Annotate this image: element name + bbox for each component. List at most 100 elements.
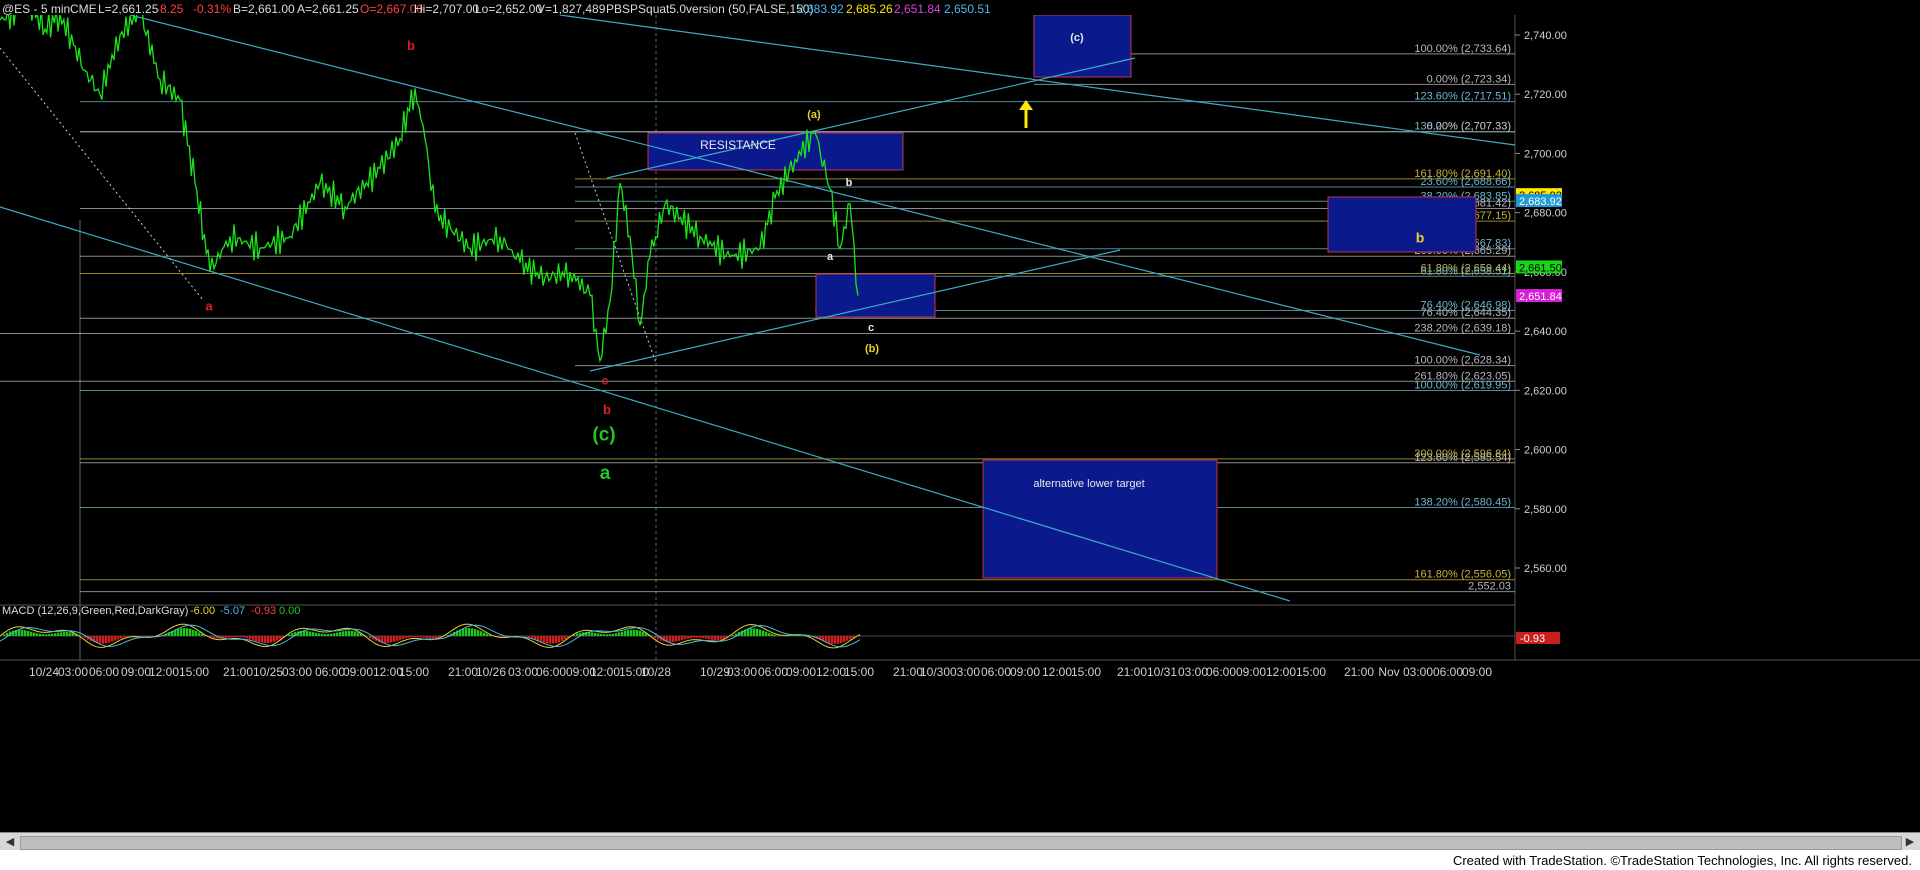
y-tick-label: 2,720.00 — [1524, 89, 1567, 101]
macd-bar — [225, 636, 228, 639]
x-tick-label: 10/30 — [920, 665, 950, 679]
scroll-left-icon[interactable]: ◀ — [2, 834, 18, 850]
macd-bar — [690, 636, 693, 639]
macd-bar — [774, 634, 777, 636]
x-tick-label: 10/29 — [700, 665, 730, 679]
x-tick-label: 03:00 — [727, 665, 757, 679]
macd-bar — [543, 636, 546, 643]
horizontal-scrollbar[interactable]: ◀ ▶ — [0, 832, 1920, 851]
macd-bar — [546, 636, 549, 644]
macd-axis-tag-text: -0.93 — [1520, 633, 1545, 645]
x-tick-label: 10/28 — [641, 665, 671, 679]
macd-bar — [426, 636, 429, 639]
macd-bar — [702, 636, 705, 639]
copyright-text: Created with TradeStation. ©TradeStation… — [1452, 853, 1912, 868]
x-tick-label: 15:00 — [1071, 665, 1101, 679]
price-chart[interactable]: @ES - 5 min CME L=2,661.25 -8.25 -0.31% … — [0, 0, 1920, 832]
macd-value-1: -6.00 — [190, 605, 215, 617]
macd-bar — [42, 634, 45, 636]
macd-bar — [480, 631, 483, 636]
y-tick-label: 2,740.00 — [1524, 30, 1567, 42]
macd-bar — [552, 636, 555, 644]
macd-bar — [177, 628, 180, 636]
price-tag-text: 2,683.92 — [1519, 196, 1562, 208]
macd-bar — [303, 630, 306, 636]
macd-bar — [474, 629, 477, 636]
macd-bar — [699, 636, 702, 638]
wave-label: (c) — [1070, 32, 1084, 44]
wave-label: b — [603, 402, 611, 417]
macd-bar — [753, 628, 756, 636]
alt-target-label: alternative lower target — [1033, 478, 1144, 490]
macd-bar — [423, 636, 426, 638]
macd-bar — [606, 634, 609, 636]
macd-bar — [57, 632, 60, 636]
wave-c-target-box — [1033, 15, 1132, 78]
macd-bar — [594, 632, 597, 636]
macd-bar — [141, 636, 144, 637]
resistance-label: RESISTANCE — [700, 138, 776, 152]
macd-bar — [528, 636, 531, 638]
macd-bar — [267, 636, 270, 644]
macd-bar — [558, 636, 561, 643]
macd-bar — [843, 636, 846, 642]
macd-bar — [369, 636, 372, 639]
macd-bar — [195, 630, 198, 636]
macd-bar — [351, 630, 354, 636]
macd-bar — [417, 636, 420, 638]
macd-bar — [846, 636, 849, 641]
macd-bar — [279, 636, 282, 640]
fib-label: 100.00% (2,733.64) — [1414, 43, 1511, 55]
macd-bar — [636, 630, 639, 636]
time-axis: 10/2403:00 06:00 09:0012:00 15:00 21:00 10/25… — [29, 665, 1492, 679]
macd-bar — [591, 632, 594, 636]
macd-bar — [309, 631, 312, 636]
scroll-thumb[interactable] — [20, 836, 1902, 850]
macd-bar — [765, 631, 768, 636]
macd-bar — [345, 630, 348, 636]
macd-bar — [21, 629, 24, 636]
macd-bar — [411, 636, 414, 638]
fib-label: 0.00% (2,707.33) — [1427, 121, 1511, 133]
macd-bar — [477, 630, 480, 636]
macd-bar — [240, 636, 243, 638]
macd-bar — [465, 628, 468, 636]
macd-bar — [705, 636, 708, 639]
macd-bar — [213, 636, 216, 639]
macd-bar — [609, 634, 612, 636]
macd-bar — [246, 636, 249, 639]
indicator-value-2: 2,685.26 — [846, 2, 893, 16]
macd-bar — [30, 631, 33, 636]
macd-bar — [708, 636, 711, 640]
macd-bar — [420, 636, 423, 638]
macd-bar — [624, 630, 627, 636]
x-tick-label: 12:00 — [149, 665, 179, 679]
fib-label: 0.00% (2,723.34) — [1427, 73, 1511, 85]
macd-bar — [561, 636, 564, 641]
scroll-right-icon[interactable]: ▶ — [1902, 834, 1918, 850]
macd-bar — [315, 632, 318, 636]
macd-value-3: -0.93 — [251, 605, 276, 617]
macd-bar — [414, 636, 417, 638]
macd-bar — [720, 636, 723, 640]
wave-label: (a) — [807, 109, 821, 121]
macd-bar — [540, 636, 543, 642]
macd-bar — [252, 636, 255, 641]
macd-bar — [717, 636, 720, 640]
macd-bar — [180, 628, 183, 636]
macd-bar — [678, 636, 681, 641]
macd-bar — [672, 636, 675, 643]
macd-bar — [258, 636, 261, 643]
x-tick-label: 06:00 — [315, 665, 345, 679]
macd-bar — [108, 636, 111, 643]
x-tick-label: 12:00 — [1042, 665, 1072, 679]
macd-bar — [321, 633, 324, 636]
volume: V=1,827,489 — [537, 2, 606, 16]
macd-bar — [750, 628, 753, 636]
macd-bar — [486, 633, 489, 636]
x-tick-label: 06:00 — [981, 665, 1011, 679]
fib-label: 100.00% (2,619.95) — [1414, 379, 1511, 391]
fib-label: 23.60% (2,688.66) — [1420, 176, 1511, 188]
wave-b-target-box — [1327, 196, 1477, 253]
x-tick-label: 21:00 — [1344, 665, 1374, 679]
